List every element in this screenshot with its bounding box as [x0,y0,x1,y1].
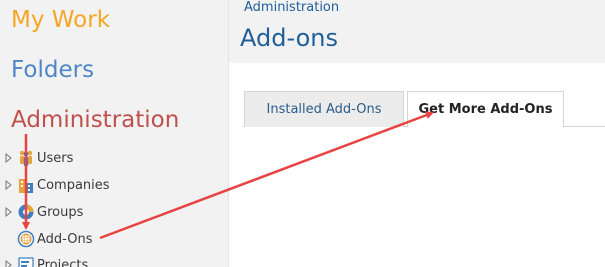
sidebar: My Work Folders Administration Users Com… [0,0,229,267]
tree-item-projects[interactable]: Projects [0,255,200,267]
expand-arrow-icon[interactable] [0,207,16,217]
tree-label-companies: Companies [37,177,110,193]
nav-my-work[interactable]: My Work [11,9,110,32]
nav-folders[interactable]: Folders [11,59,94,82]
tree-label-users: Users [37,150,74,166]
tree-item-add-ons[interactable]: Add-Ons [0,229,200,249]
content-area: Installed Add-Ons Get More Add-Ons [229,63,605,267]
tree-label-groups: Groups [37,204,84,220]
tab-installed-add-ons[interactable]: Installed Add-Ons [244,91,404,127]
tree-item-companies[interactable]: Companies [0,175,200,195]
tree-item-users[interactable]: Users [0,148,200,168]
main-panel: Administration Add-ons Installed Add-Ons… [229,0,605,267]
nav-administration[interactable]: Administration [11,109,179,132]
expand-arrow-icon[interactable] [0,260,16,267]
expand-arrow-icon[interactable] [0,180,16,190]
breadcrumb[interactable]: Administration [244,0,339,15]
tab-get-more-add-ons[interactable]: Get More Add-Ons [407,91,564,128]
tree-label-add-ons: Add-Ons [37,231,93,247]
companies-icon [16,175,36,195]
groups-icon [16,202,36,222]
add-ons-icon [16,229,36,249]
tree-item-groups[interactable]: Groups [0,202,200,222]
tree-label-projects: Projects [37,257,89,267]
page-header: Administration Add-ons [229,0,605,63]
page-title: Add-ons [240,24,338,52]
projects-icon [16,255,36,267]
expand-arrow-icon[interactable] [0,153,16,163]
users-icon [16,148,36,168]
